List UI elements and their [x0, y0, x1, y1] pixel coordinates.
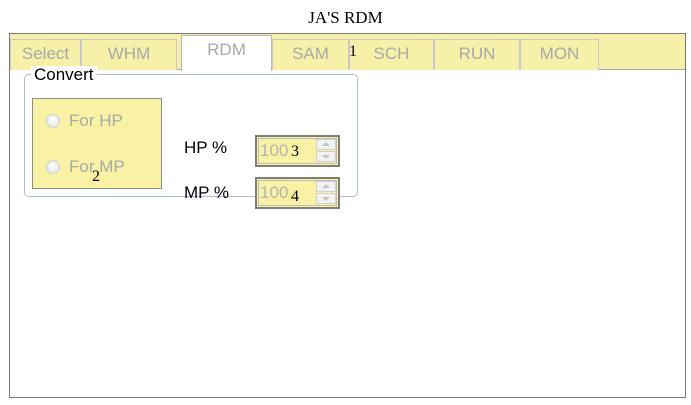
- for-mp-radio[interactable]: For MP: [46, 157, 125, 177]
- tab-label: RDM: [207, 40, 246, 59]
- for-hp-label: For HP: [69, 111, 123, 130]
- tab-sam[interactable]: SAM: [272, 39, 349, 70]
- tab-label: SCH: [373, 44, 410, 63]
- tab-rdm[interactable]: RDM: [181, 35, 272, 71]
- hp-spin-down-button[interactable]: [316, 151, 336, 162]
- marker-2: 2: [92, 168, 100, 185]
- document-title: JA'S RDM: [308, 8, 383, 27]
- hp-percent-label: HP %: [184, 138, 228, 157]
- tab-label: WHM: [107, 44, 151, 63]
- for-hp-radio[interactable]: For HP: [46, 111, 123, 131]
- marker-1: 1: [349, 43, 357, 60]
- spin-buttons: [316, 181, 336, 205]
- convert-group-legend: Convert: [31, 66, 97, 84]
- radio-button-icon: [46, 160, 60, 174]
- tab-label: Select: [21, 44, 70, 63]
- hp-spin-up-button[interactable]: [316, 139, 336, 150]
- tab-mon[interactable]: MON: [520, 39, 599, 70]
- spin-buttons: [316, 139, 336, 163]
- tab-label: SAM: [292, 44, 329, 63]
- hp-percent-value: 100: [260, 141, 289, 160]
- mp-percent-value: 100: [260, 183, 289, 202]
- marker-3: 3: [291, 143, 299, 160]
- marker-4: 4: [291, 188, 299, 205]
- mp-percent-label: MP %: [184, 183, 230, 202]
- chevron-up-icon: [322, 142, 330, 146]
- chevron-down-icon: [322, 197, 330, 201]
- tab-label: RUN: [458, 44, 496, 63]
- chevron-up-icon: [322, 184, 330, 188]
- radio-button-icon: [46, 114, 60, 128]
- mp-spin-down-button[interactable]: [316, 193, 336, 204]
- tab-label: MON: [539, 44, 580, 63]
- tab-strip: Select WHM RDM SAM SCH RUN MON: [10, 34, 685, 71]
- tab-run[interactable]: RUN: [434, 39, 520, 70]
- mp-spin-up-button[interactable]: [316, 181, 336, 192]
- chevron-down-icon: [322, 155, 330, 159]
- tab-sch[interactable]: SCH: [349, 39, 434, 70]
